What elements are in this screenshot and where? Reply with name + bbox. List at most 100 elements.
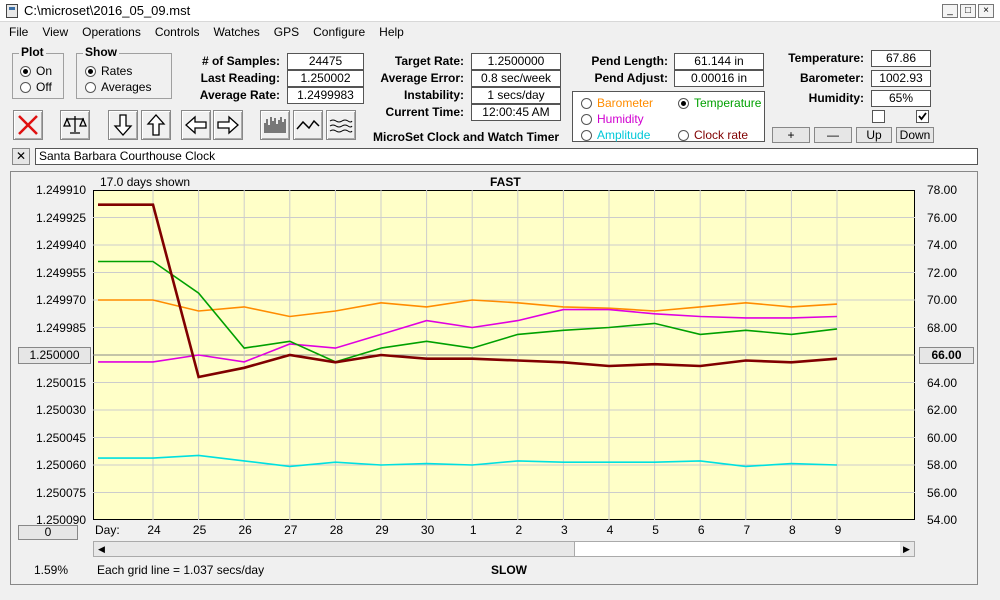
series-clockrate-radio[interactable]: Clock rate <box>678 128 748 142</box>
grid-note: Each grid line = 1.037 secs/day <box>97 563 265 577</box>
menu-file[interactable]: File <box>0 22 33 39</box>
menu-operations[interactable]: Operations <box>73 22 146 39</box>
right-tick-label: 70.00 <box>927 293 958 307</box>
temperature-value: 67.86 <box>871 50 931 67</box>
scroll-thumb[interactable] <box>574 542 900 556</box>
series-temperature-radio[interactable]: Temperature <box>678 96 761 110</box>
series-temperature-label: Temperature <box>694 96 762 110</box>
scroll-right-icon[interactable]: ▶ <box>899 542 914 556</box>
app-caption: MicroSet Clock and Watch Timer <box>373 130 560 144</box>
right-axis-value-button[interactable]: 66.00 <box>919 347 974 364</box>
x-tick-label: 1 <box>469 523 477 537</box>
app-icon <box>6 4 18 18</box>
left-tick-label: 1.250060 <box>35 458 86 472</box>
x-tick-label: 30 <box>420 523 435 537</box>
x-tick-label: 4 <box>606 523 614 537</box>
balance-button[interactable] <box>60 110 90 140</box>
right-tick-label: 60.00 <box>927 430 958 445</box>
right-tick-label: 68.00 <box>927 320 958 335</box>
menu-help[interactable]: Help <box>370 22 409 39</box>
plot-group: Plot On Off <box>12 45 64 99</box>
pend-length-label: Pend Length: <box>591 54 668 68</box>
option-checkbox-1[interactable] <box>872 110 885 123</box>
series-humidity-label: Humidity <box>597 112 644 126</box>
plot-off-radio[interactable]: Off <box>20 80 52 94</box>
samples-label: # of Samples: <box>201 54 280 68</box>
menu-view[interactable]: View <box>33 22 73 39</box>
left-axis-value-button[interactable]: 1.250000 <box>18 347 91 364</box>
minimize-button[interactable]: _ <box>942 4 958 18</box>
humidity-value: 65% <box>871 90 931 107</box>
left-tick-label: 1.250015 <box>35 375 86 390</box>
up-arrow-button[interactable] <box>141 110 171 140</box>
right-tick-label: 64.00 <box>927 375 958 390</box>
arrow-left-icon <box>185 115 207 135</box>
bars-view-button[interactable] <box>260 110 290 140</box>
wave-view-button[interactable] <box>293 110 323 140</box>
title-bar: C:\microset\2016_05_09.mst _ □ × <box>0 0 1000 22</box>
series-barometer-label: Barometer <box>597 96 654 110</box>
maximize-button[interactable]: □ <box>960 4 976 18</box>
close-button[interactable]: × <box>978 4 994 18</box>
series-humidity-radio[interactable]: Humidity <box>581 112 644 126</box>
left-tick-label: 1.250030 <box>35 403 86 417</box>
right-arrow-button[interactable] <box>213 110 243 140</box>
rate-chart[interactable] <box>93 190 915 520</box>
lines-view-button[interactable] <box>326 110 356 140</box>
x-icon <box>18 115 38 135</box>
right-tick-label: 56.00 <box>927 485 958 500</box>
menu-gps[interactable]: GPS <box>265 22 304 39</box>
arrow-right-icon <box>217 115 239 135</box>
average-rate-value: 1.2499983 <box>287 87 364 104</box>
scale-icon <box>63 116 87 134</box>
clock-name-input[interactable]: Santa Barbara Courthouse Clock <box>35 148 978 165</box>
menu-configure[interactable]: Configure <box>304 22 370 39</box>
plus-button[interactable]: + <box>772 127 810 143</box>
series-clockrate-label: Clock rate <box>694 128 749 142</box>
arrow-up-icon <box>146 114 166 136</box>
left-tick-label: 1.249940 <box>35 238 86 252</box>
stop-button[interactable] <box>13 110 43 140</box>
show-group-label: Show <box>83 45 119 59</box>
down-arrow-button[interactable] <box>108 110 138 140</box>
series-amplitude-radio[interactable]: Amplitude <box>581 128 650 142</box>
scroll-left-icon[interactable]: ◀ <box>94 542 109 556</box>
pend-length-value: 61.144 in <box>674 53 764 70</box>
x-tick-label: 25 <box>192 523 207 537</box>
zoom-percent: 1.59% <box>34 563 69 577</box>
x-tick-label: 26 <box>238 523 252 537</box>
series-amplitude-label: Amplitude <box>597 128 651 142</box>
right-tick-label: 54.00 <box>927 513 958 527</box>
pend-adjust-label: Pend Adjust: <box>594 71 668 85</box>
menu-bar: File View Operations Controls Watches GPS Conf… <box>0 22 1000 42</box>
x-tick-label: 24 <box>147 523 161 537</box>
slow-label: SLOW <box>491 563 527 577</box>
bars-icon <box>264 117 286 133</box>
left-tick-label: 1.249955 <box>35 265 86 280</box>
menu-controls[interactable]: Controls <box>146 22 205 39</box>
average-error-label: Average Error: <box>380 71 464 85</box>
show-rates-radio[interactable]: Rates <box>85 64 132 78</box>
up-button[interactable]: Up <box>856 127 892 143</box>
target-rate-value: 1.2500000 <box>471 53 561 70</box>
show-averages-radio[interactable]: Averages <box>85 80 151 94</box>
horizontal-scrollbar[interactable]: ◀ ▶ <box>93 541 915 557</box>
show-averages-label: Averages <box>101 80 152 94</box>
plot-off-label: Off <box>36 80 52 94</box>
option-checkbox-2[interactable] <box>916 110 929 123</box>
barometer-label: Barometer: <box>799 71 864 85</box>
menu-watches[interactable]: Watches <box>205 22 265 39</box>
plot-on-label: On <box>36 64 53 78</box>
offset-button[interactable]: 0 <box>18 525 78 540</box>
left-arrow-button[interactable] <box>181 110 211 140</box>
right-tick-label: 58.00 <box>927 458 958 472</box>
clear-name-button[interactable]: ✕ <box>12 148 30 165</box>
x-tick-label: 3 <box>561 523 568 537</box>
x-tick-label: 5 <box>652 523 659 537</box>
plot-on-radio[interactable]: On <box>20 64 52 78</box>
minus-button[interactable]: — <box>814 127 852 143</box>
x-tick-label: 29 <box>375 523 389 537</box>
series-barometer-radio[interactable]: Barometer <box>581 96 653 110</box>
x-tick-label: 8 <box>789 523 796 537</box>
down-button[interactable]: Down <box>896 127 934 143</box>
